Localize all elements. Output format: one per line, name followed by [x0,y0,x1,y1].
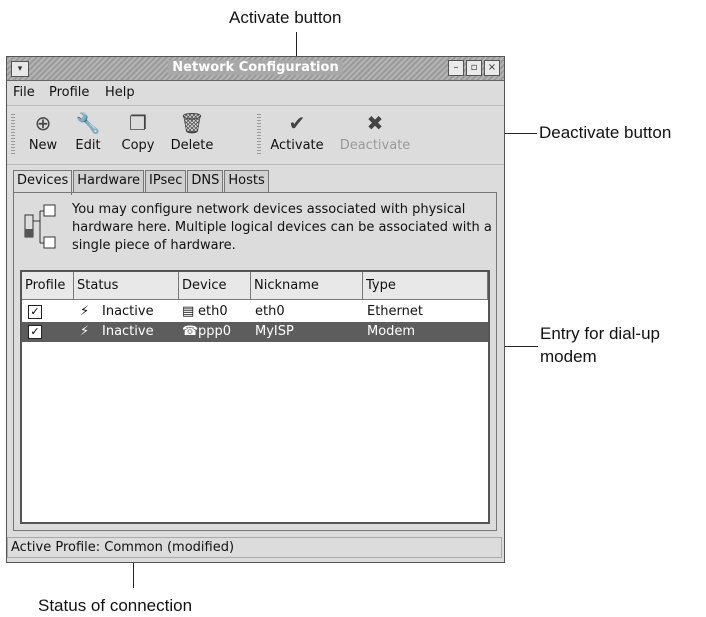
deactivate-callout: Deactivate button [539,123,672,142]
nickname-text: MyISP [255,324,294,339]
toolbar: ⊕ New 🔧 Edit ❐ Copy 🗑 Delete ✔ Activate … [7,105,504,165]
profile-checkbox[interactable]: ✓ [28,325,42,339]
menu-bar: File Profile Help [7,81,504,103]
column-header-profile[interactable]: Profile [22,272,74,300]
plug-icon: ⚡ [80,324,90,339]
toolbar-grip-2[interactable] [257,114,261,154]
copy-icon: ❐ [129,111,147,135]
ethernet-card-icon: ▤ [182,304,195,319]
column-header-type[interactable]: Type [363,272,488,300]
device-row-eth0[interactable]: ✓ ⚡ Inactive ▤ eth0 eth0 Ethernet [22,302,488,322]
info-description: You may configure network devices associ… [72,202,492,253]
column-header-nickname[interactable]: Nickname [251,272,363,300]
tab-hosts[interactable]: Hosts [224,170,269,193]
status-text: Inactive [102,324,154,339]
delete-button[interactable]: 🗑 Delete [167,110,217,153]
network-config-window: ▾ Network Configuration – ▫ × File Profi… [6,56,505,563]
tab-dns[interactable]: DNS [187,170,224,193]
entry-callout-line2: modem [540,347,597,366]
activate-label: Activate [270,138,324,153]
plug-icon: ⚡ [80,304,90,319]
delete-label: Delete [170,138,214,153]
copy-label: Copy [121,138,155,153]
network-devices-icon [24,204,56,249]
entry-callout-line1: Entry for dial-up [540,324,660,343]
menu-file[interactable]: File [13,85,35,100]
minimize-icon[interactable]: – [448,60,464,76]
deactivate-button[interactable]: ✖ Deactivate [337,110,413,153]
new-icon: ⊕ [34,111,52,135]
activate-callout: Activate button [229,8,342,27]
copy-button[interactable]: ❐ Copy [117,110,159,153]
device-text: ppp0 [198,324,232,339]
x-mark-icon: ✖ [366,111,384,135]
devices-panel: You may configure network devices associ… [13,192,497,531]
nickname-text: eth0 [255,304,285,319]
device-row-ppp0[interactable]: ✓ ⚡ Inactive ☎ ppp0 MyISP Modem [22,322,488,342]
deactivate-label: Deactivate [339,138,411,153]
activate-button[interactable]: ✔ Activate [267,110,327,153]
menu-help[interactable]: Help [105,85,135,100]
new-button[interactable]: ⊕ New [25,110,61,153]
maximize-icon[interactable]: ▫ [466,60,482,76]
status-bar: Active Profile: Common (modified) [7,537,502,558]
type-text: Ethernet [367,304,423,319]
status-text: Inactive [102,304,154,319]
status-callout: Status of connection [38,596,193,615]
tab-hardware[interactable]: Hardware [73,170,144,193]
edit-button[interactable]: 🔧 Edit [71,110,105,153]
edit-label: Edit [75,138,101,153]
trash-icon: 🗑 [179,111,205,135]
title-bar[interactable]: ▾ Network Configuration – ▫ × [7,57,504,81]
window-title: Network Configuration [168,60,343,75]
modem-icon: ☎ [182,324,199,339]
wrench-icon: 🔧 [75,111,101,135]
device-text: eth0 [198,304,228,319]
close-icon[interactable]: × [484,60,500,76]
column-header-device[interactable]: Device [179,272,251,300]
tab-ipsec[interactable]: IPsec [145,170,187,193]
device-list[interactable]: Profile Status Device Nickname Type ✓ ⚡ … [20,270,490,524]
menu-profile[interactable]: Profile [49,85,89,100]
profile-checkbox[interactable]: ✓ [28,305,42,319]
type-text: Modem [367,324,416,339]
tab-bar: Devices Hardware IPsec DNS Hosts [13,170,270,195]
column-header-status[interactable]: Status [74,272,179,300]
new-label: New [28,138,58,153]
toolbar-grip[interactable] [11,114,15,154]
checkmark-icon: ✔ [288,111,306,135]
